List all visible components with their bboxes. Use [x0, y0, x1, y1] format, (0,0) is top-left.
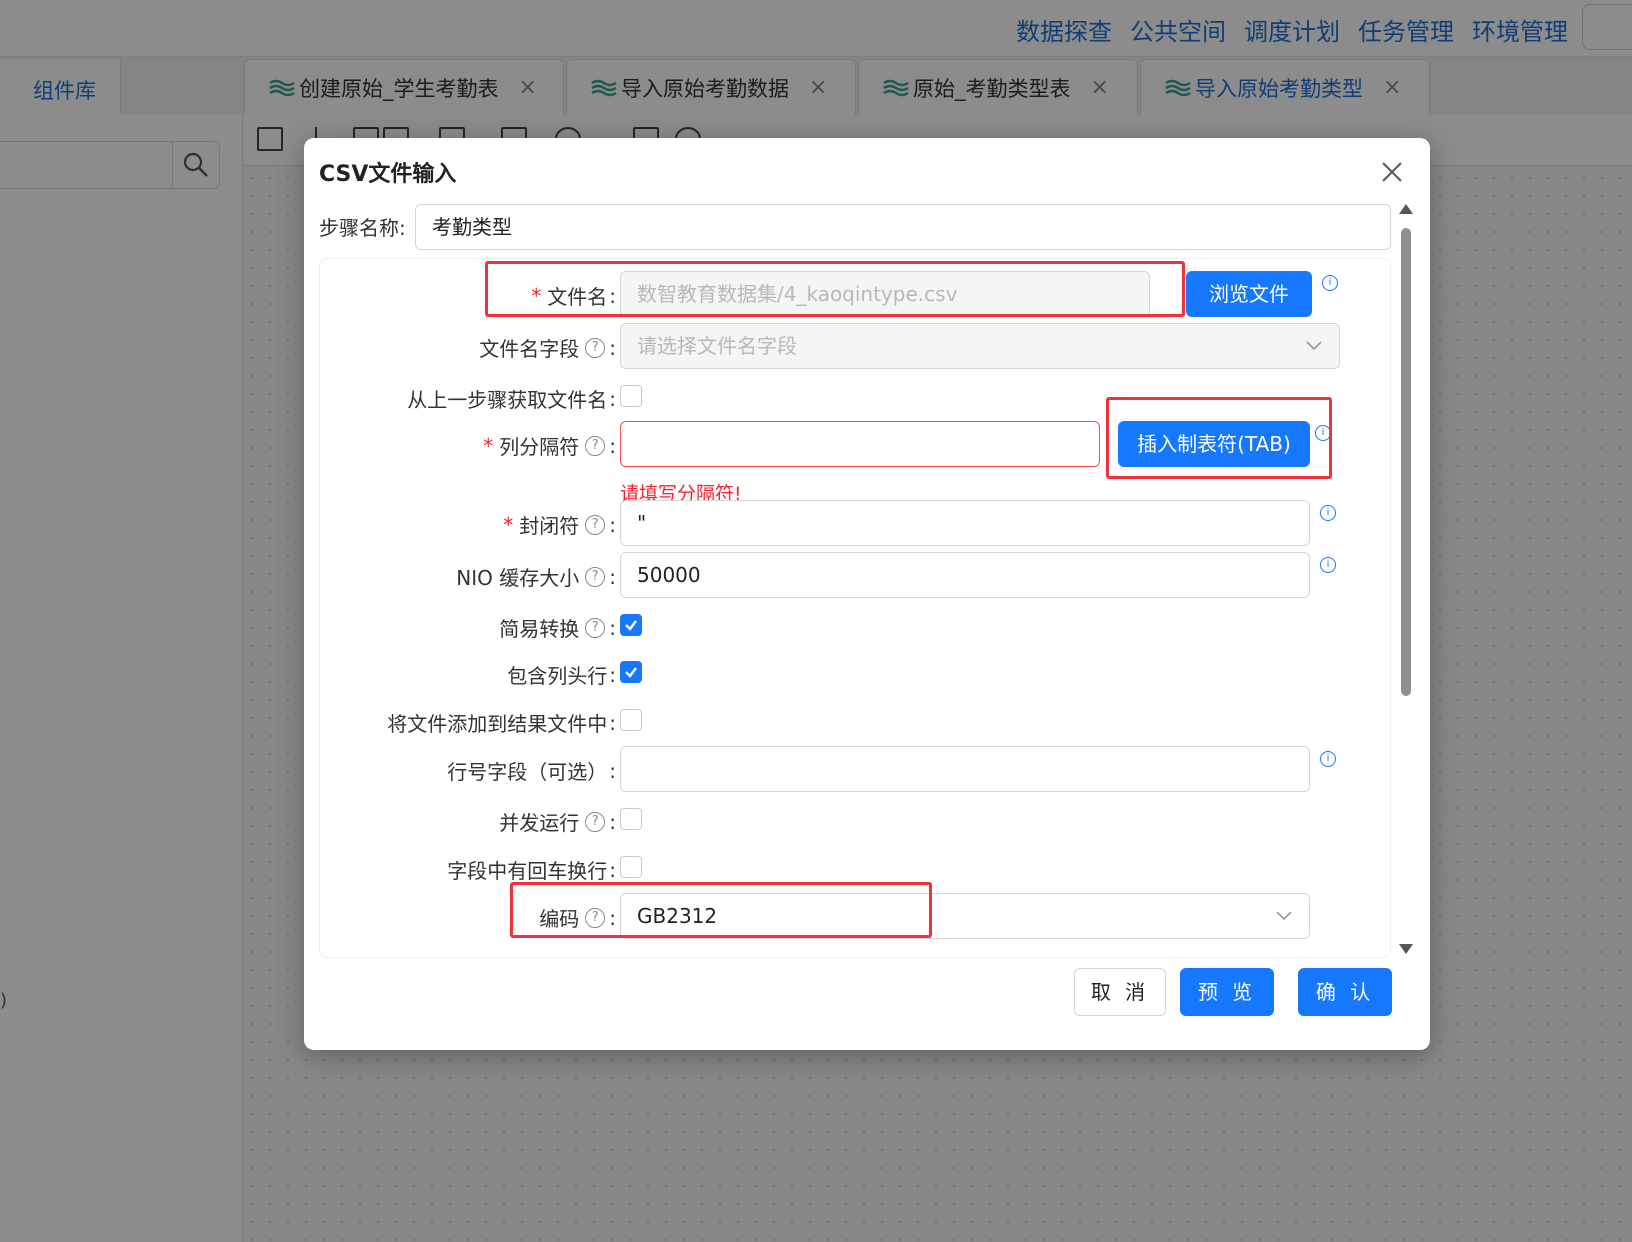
scroll-up-arrow[interactable]: [1399, 204, 1413, 214]
info-icon[interactable]: i: [1320, 557, 1336, 573]
add-to-result-checkbox[interactable]: [620, 709, 642, 731]
check-icon: [625, 620, 637, 631]
scroll-down-arrow[interactable]: [1399, 944, 1413, 954]
dialog-scrollbar[interactable]: [1396, 204, 1416, 954]
header-row-checkbox[interactable]: [620, 661, 642, 683]
browse-file-button[interactable]: 浏览文件: [1186, 271, 1312, 317]
row-number-field-input[interactable]: [620, 746, 1310, 792]
help-icon[interactable]: ?: [585, 435, 606, 456]
header-row-label: 包含列头行:: [507, 662, 616, 689]
highlight-box-filename: [485, 261, 1185, 317]
add-to-result-label: 将文件添加到结果文件中:: [387, 710, 616, 737]
newline-in-field-label: 字段中有回车换行:: [447, 857, 616, 884]
filename-field-label: 文件名字段?:: [479, 335, 616, 362]
nio-buffer-label: NIO 缓存大小?:: [456, 564, 616, 591]
scroll-thumb[interactable]: [1401, 228, 1411, 696]
cancel-button[interactable]: 取 消: [1074, 968, 1166, 1016]
check-icon: [625, 667, 637, 678]
enclosure-label: * 封闭符?:: [503, 512, 616, 539]
highlight-box-encoding: [510, 882, 932, 938]
delimiter-label: * 列分隔符?:: [483, 433, 616, 460]
filename-field-select[interactable]: 请选择文件名字段: [620, 323, 1340, 369]
highlight-box-tab-button: [1106, 397, 1332, 479]
preview-button[interactable]: 预 览: [1180, 968, 1274, 1016]
help-icon[interactable]: ?: [585, 617, 606, 638]
chevron-down-icon: [1276, 911, 1292, 921]
delimiter-input[interactable]: [620, 421, 1100, 467]
from-prev-step-label: 从上一步骤获取文件名:: [407, 386, 616, 413]
csv-input-dialog: CSV文件输入 步骤名称: 考勤类型 * 文件名: 数智教育数据集/4_kaoqi…: [304, 138, 1430, 1050]
enclosure-input[interactable]: ": [620, 500, 1310, 546]
help-icon[interactable]: ?: [585, 811, 606, 832]
step-name-label: 步骤名称:: [319, 216, 406, 240]
dialog-title: CSV文件输入: [319, 162, 457, 187]
filename-field-placeholder: 请选择文件名字段: [637, 334, 797, 358]
nio-buffer-input[interactable]: 50000: [620, 552, 1310, 598]
info-icon[interactable]: i: [1320, 751, 1336, 767]
row-number-field-label: 行号字段（可选）:: [447, 758, 616, 785]
csv-settings-form: * 文件名: 数智教育数据集/4_kaoqintype.csv 浏览文件 i 文件…: [319, 258, 1391, 958]
newline-in-field-checkbox[interactable]: [620, 856, 642, 878]
help-icon[interactable]: ?: [585, 566, 606, 587]
lazy-conversion-checkbox[interactable]: [620, 614, 642, 636]
chevron-down-icon: [1306, 341, 1322, 351]
confirm-button[interactable]: 确 认: [1298, 968, 1392, 1016]
info-icon[interactable]: i: [1320, 505, 1336, 521]
step-name-input[interactable]: 考勤类型: [415, 204, 1391, 250]
close-icon[interactable]: [1376, 156, 1408, 188]
parallel-checkbox[interactable]: [620, 808, 642, 830]
parallel-label: 并发运行?:: [499, 809, 616, 836]
help-icon[interactable]: ?: [585, 514, 606, 535]
info-icon[interactable]: i: [1322, 275, 1338, 291]
lazy-conversion-label: 简易转换?:: [499, 615, 616, 642]
help-icon[interactable]: ?: [585, 337, 606, 358]
from-prev-step-checkbox[interactable]: [620, 385, 642, 407]
